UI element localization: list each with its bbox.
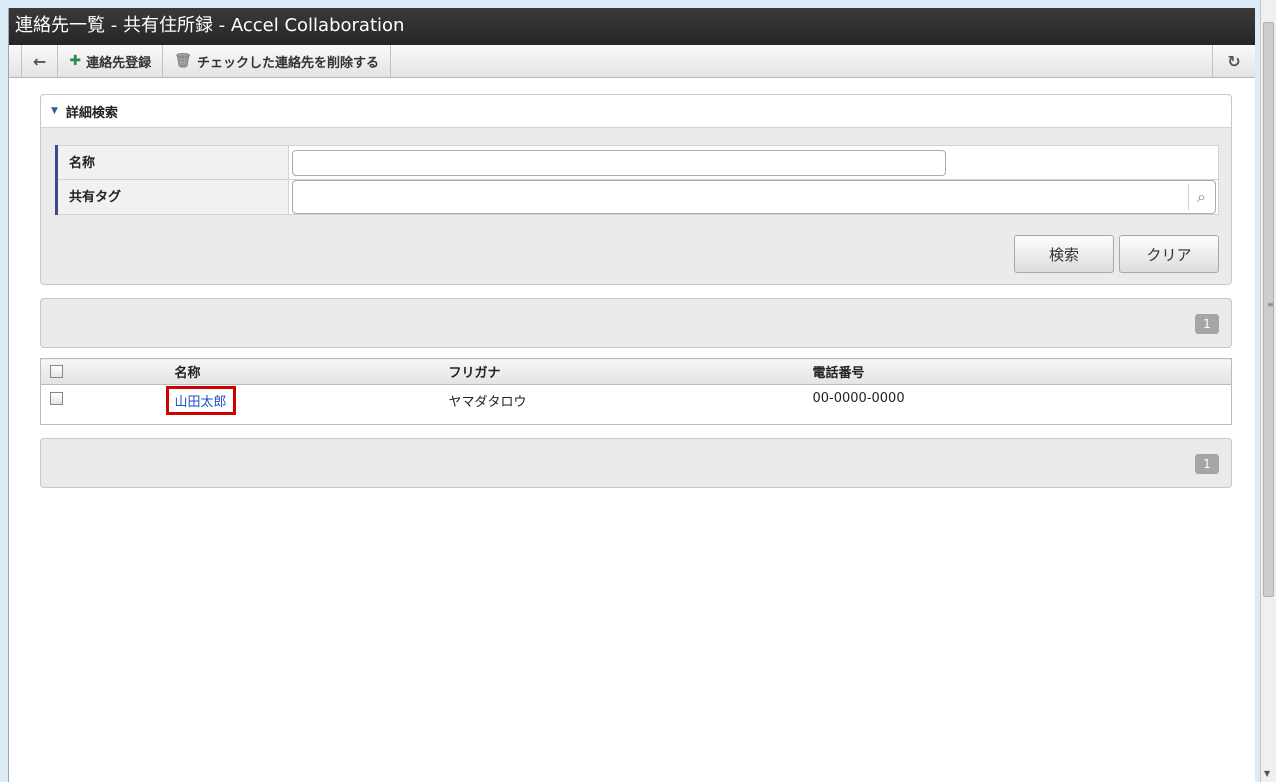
column-header-kana[interactable]: フリガナ [448,358,813,385]
select-all-cell [40,358,175,385]
name-cell: 山田太郎 [165,385,449,425]
tag-input-wrap: ⌕ [292,180,1216,214]
name-row: 名称 [55,145,1219,180]
row-select-cell [41,385,175,425]
scroll-down-icon[interactable]: ▼ [1264,769,1270,778]
tag-value-cell: ⌕ [288,179,1219,215]
toolbar: ← ✚ 連絡先登録 🗑 チェックした連絡先を削除する ↻ [9,45,1255,78]
table-header: 名称 フリガナ 電話番号 [40,358,1232,385]
search-button[interactable]: 検索 [1014,235,1114,273]
column-header-name[interactable]: 名称 [174,358,449,385]
pager-top: 1 [40,298,1232,348]
row-checkbox[interactable] [50,392,63,405]
add-contact-icon: ✚ [69,53,82,69]
delete-checked-label: チェックした連絡先を削除する [196,55,379,71]
tag-input[interactable] [292,180,1216,214]
clear-button[interactable]: クリア [1119,235,1219,273]
grip-icon: ≡ [1267,300,1274,309]
delete-checked-button[interactable]: 🗑 チェックした連絡先を削除する [163,45,391,77]
search-form: 名称 共有タグ ⌕ [55,145,1219,215]
contact-name-link[interactable]: 山田太郎 [165,386,236,415]
trash-icon: 🗑 [174,53,192,69]
search-icon[interactable]: ⌕ [1188,184,1214,210]
kana-cell: ヤマダタロウ [448,395,527,410]
search-panel-title: 詳細検索 [65,105,118,121]
search-panel: ▼ 詳細検索 名称 共有タグ ⌕ 検索 クリア [40,94,1232,285]
refresh-button[interactable]: ↻ [1213,45,1255,77]
name-value-cell [288,145,1219,180]
tag-row: 共有タグ ⌕ [55,179,1219,215]
scroll-thumb[interactable]: ≡ [1263,22,1274,597]
refresh-icon: ↻ [1227,51,1241,71]
select-all-checkbox[interactable] [50,365,63,378]
column-header-phone[interactable]: 電話番号 [812,358,1232,385]
search-panel-header[interactable]: ▼ 詳細検索 [41,95,1231,128]
register-contact-button[interactable]: ✚ 連絡先登録 [58,45,164,77]
pager-bottom: 1 [40,438,1232,488]
contacts-table: 名称 フリガナ 電話番号 山田太郎 ヤマダタロウ 00-0000-0000 [40,358,1232,425]
name-label: 名称 [55,145,289,180]
page-number-button[interactable]: 1 [1195,314,1219,334]
tag-label: 共有タグ [55,179,289,215]
caret-down-icon: ▼ [51,106,58,116]
vertical-scrollbar[interactable]: ≡ ▼ [1260,0,1276,782]
name-input[interactable] [292,149,946,176]
window-title: 連絡先一覧 - 共有住所録 - Accel Collaboration [9,8,1255,45]
register-contact-label: 連絡先登録 [86,55,152,71]
arrow-left-icon: ← [33,51,47,71]
back-button[interactable]: ← [21,45,59,77]
page-number-button[interactable]: 1 [1195,454,1219,474]
toolbar-spacer [391,45,1213,77]
app-window: 連絡先一覧 - 共有住所録 - Accel Collaboration ← ✚ … [8,8,1255,782]
table-row: 山田太郎 ヤマダタロウ 00-0000-0000 [41,385,1232,425]
phone-cell: 00-0000-0000 [812,391,905,406]
